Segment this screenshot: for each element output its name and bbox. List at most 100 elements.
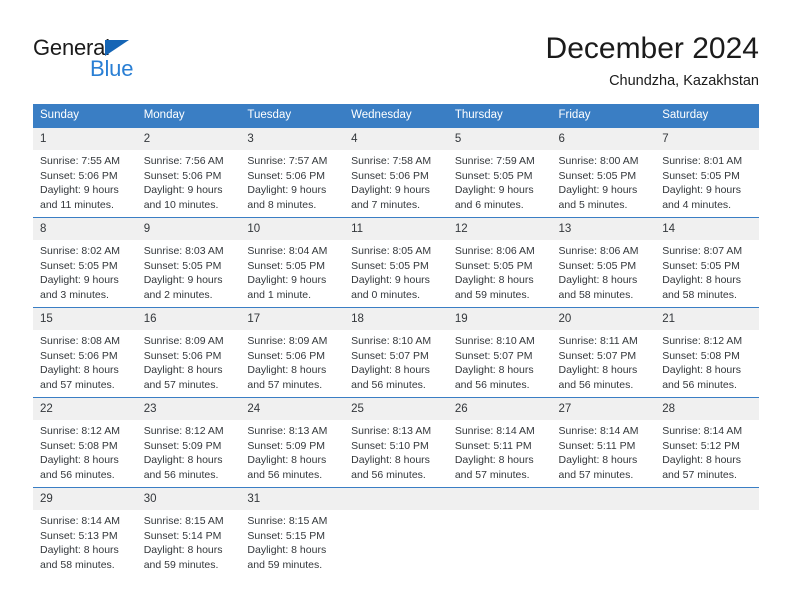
calendar-day-cell[interactable]: 30 Sunrise: 8:15 AM Sunset: 5:14 PM Dayligh… [136, 487, 241, 577]
calendar-day-cell[interactable] [447, 487, 552, 577]
calendar-day-cell[interactable]: 7 Sunrise: 8:01 AM Sunset: 5:05 PM Daylight… [655, 127, 759, 218]
day-number: 27 [551, 398, 656, 420]
logo-text-blue: Blue [90, 56, 134, 81]
general-blue-logo[interactable]: General Blue [33, 36, 233, 86]
calendar-day-cell[interactable]: 13 Sunrise: 8:06 AM Sunset: 5:05 PM Dayligh… [551, 217, 656, 308]
daylight-text: Daylight: 8 hours and 59 minutes. [454, 274, 534, 301]
calendar-day-cell[interactable]: 20 Sunrise: 8:11 AM Sunset: 5:07 PM Dayligh… [551, 307, 656, 398]
day-details [448, 510, 552, 514]
day-details: Sunrise: 8:10 AM Sunset: 5:07 PM Daylight:… [344, 330, 448, 392]
daylight-text: Daylight: 8 hours and 58 minutes. [558, 274, 638, 301]
daylight-text: Daylight: 8 hours and 57 minutes. [662, 454, 742, 481]
day-number: 4 [344, 128, 448, 150]
day-details: Sunrise: 8:12 AM Sunset: 5:09 PM Daylight:… [137, 420, 241, 482]
calendar-day-cell[interactable]: 22 Sunrise: 8:12 AM Sunset: 5:08 PM Dayligh… [33, 397, 137, 488]
day-number: 3 [240, 128, 345, 150]
sunset-text: Sunset: 5:05 PM [662, 259, 740, 272]
sunset-text: Sunset: 5:05 PM [247, 259, 326, 272]
sunset-text: Sunset: 5:05 PM [454, 169, 533, 182]
sunset-text: Sunset: 5:05 PM [454, 259, 533, 272]
sunrise-text: Sunrise: 7:59 AM [454, 155, 535, 167]
day-details: Sunrise: 8:12 AM Sunset: 5:08 PM Daylight:… [655, 330, 759, 392]
calendar-day-cell[interactable]: 9 Sunrise: 8:03 AM Sunset: 5:05 PM Daylight… [136, 217, 241, 308]
daylight-text: Daylight: 9 hours and 1 minute. [247, 274, 327, 301]
sunset-text: Sunset: 5:10 PM [351, 439, 429, 452]
calendar-day-cell[interactable]: 10 Sunrise: 8:04 AM Sunset: 5:05 PM Dayligh… [240, 217, 345, 308]
sunset-text: Sunset: 5:11 PM [454, 439, 532, 452]
calendar-day-cell[interactable]: 17 Sunrise: 8:09 AM Sunset: 5:06 PM Dayligh… [240, 307, 345, 398]
calendar-day-cell[interactable]: 2 Sunrise: 7:56 AM Sunset: 5:06 PM Daylight… [136, 127, 241, 218]
day-number: 20 [551, 308, 656, 330]
calendar-day-cell[interactable]: 24 Sunrise: 8:13 AM Sunset: 5:09 PM Dayligh… [240, 397, 345, 488]
day-number: 12 [447, 218, 552, 240]
daylight-text: Daylight: 9 hours and 0 minutes. [351, 274, 430, 301]
sunset-text: Sunset: 5:09 PM [247, 439, 326, 452]
daylight-text: Daylight: 8 hours and 56 minutes. [351, 364, 430, 391]
calendar-day-cell[interactable]: 27 Sunrise: 8:14 AM Sunset: 5:11 PM Dayligh… [551, 397, 656, 488]
calendar-day-cell[interactable]: 14 Sunrise: 8:07 AM Sunset: 5:05 PM Dayligh… [655, 217, 759, 308]
daylight-text: Daylight: 8 hours and 56 minutes. [662, 364, 742, 391]
weekday-header-sunday: Sunday [33, 104, 137, 128]
calendar-day-cell[interactable]: 15 Sunrise: 8:08 AM Sunset: 5:06 PM Dayligh… [33, 307, 137, 398]
sunrise-text: Sunrise: 8:07 AM [662, 245, 743, 257]
calendar-day-cell[interactable]: 5 Sunrise: 7:59 AM Sunset: 5:05 PM Daylight… [447, 127, 552, 218]
day-details: Sunrise: 7:56 AM Sunset: 5:06 PM Daylight:… [137, 150, 241, 212]
sunrise-text: Sunrise: 8:06 AM [558, 245, 639, 257]
calendar-day-cell[interactable]: 25 Sunrise: 8:13 AM Sunset: 5:10 PM Dayligh… [344, 397, 448, 488]
calendar-day-cell[interactable] [344, 487, 448, 577]
day-number: 13 [551, 218, 656, 240]
daylight-text: Daylight: 9 hours and 10 minutes. [143, 184, 223, 211]
sunrise-text: Sunrise: 8:01 AM [662, 155, 743, 167]
sunset-text: Sunset: 5:06 PM [247, 349, 326, 362]
calendar-day-cell[interactable]: 19 Sunrise: 8:10 AM Sunset: 5:07 PM Dayligh… [447, 307, 552, 398]
sunrise-text: Sunrise: 8:02 AM [40, 245, 120, 257]
calendar-day-cell[interactable]: 21 Sunrise: 8:12 AM Sunset: 5:08 PM Dayligh… [655, 307, 759, 398]
calendar-day-cell[interactable]: 29 Sunrise: 8:14 AM Sunset: 5:13 PM Dayligh… [33, 487, 137, 577]
day-details: Sunrise: 7:57 AM Sunset: 5:06 PM Daylight:… [240, 150, 344, 212]
day-number [344, 488, 448, 510]
calendar-day-cell[interactable]: 12 Sunrise: 8:06 AM Sunset: 5:05 PM Dayligh… [447, 217, 552, 308]
calendar-day-cell[interactable] [551, 487, 656, 577]
calendar-day-cell[interactable]: 23 Sunrise: 8:12 AM Sunset: 5:09 PM Dayligh… [136, 397, 241, 488]
sunset-text: Sunset: 5:07 PM [558, 349, 637, 362]
sunset-text: Sunset: 5:06 PM [143, 349, 222, 362]
day-details: Sunrise: 8:02 AM Sunset: 5:05 PM Daylight:… [33, 240, 137, 302]
weekday-header-row: Sunday Monday Tuesday Wednesday Thursday… [33, 104, 759, 128]
daylight-text: Daylight: 9 hours and 11 minutes. [40, 184, 119, 211]
day-details: Sunrise: 8:06 AM Sunset: 5:05 PM Daylight:… [552, 240, 656, 302]
daylight-text: Daylight: 9 hours and 7 minutes. [351, 184, 430, 211]
calendar-day-cell[interactable]: 28 Sunrise: 8:14 AM Sunset: 5:12 PM Dayligh… [655, 397, 759, 488]
day-number: 9 [136, 218, 241, 240]
calendar-day-cell[interactable]: 4 Sunrise: 7:58 AM Sunset: 5:06 PM Daylight… [344, 127, 448, 218]
calendar-day-cell[interactable]: 3 Sunrise: 7:57 AM Sunset: 5:06 PM Daylight… [240, 127, 345, 218]
sunset-text: Sunset: 5:08 PM [662, 349, 740, 362]
day-number: 6 [551, 128, 656, 150]
day-details: Sunrise: 8:14 AM Sunset: 5:11 PM Daylight:… [448, 420, 552, 482]
day-number: 18 [344, 308, 448, 330]
sunrise-text: Sunrise: 8:10 AM [454, 335, 535, 347]
day-number: 30 [136, 488, 241, 510]
sunset-text: Sunset: 5:06 PM [247, 169, 326, 182]
sunset-text: Sunset: 5:11 PM [558, 439, 636, 452]
calendar-day-cell[interactable]: 6 Sunrise: 8:00 AM Sunset: 5:05 PM Daylight… [551, 127, 656, 218]
calendar-day-cell[interactable]: 18 Sunrise: 8:10 AM Sunset: 5:07 PM Dayligh… [344, 307, 448, 398]
sunrise-text: Sunrise: 8:11 AM [558, 335, 638, 347]
sunrise-text: Sunrise: 8:08 AM [40, 335, 120, 347]
day-details: Sunrise: 8:01 AM Sunset: 5:05 PM Daylight:… [655, 150, 759, 212]
calendar-day-cell[interactable]: 11 Sunrise: 8:05 AM Sunset: 5:05 PM Dayligh… [344, 217, 448, 308]
logo-triangle-icon [105, 40, 129, 56]
calendar-day-cell[interactable]: 16 Sunrise: 8:09 AM Sunset: 5:06 PM Dayligh… [136, 307, 241, 398]
calendar-day-cell[interactable]: 31 Sunrise: 8:15 AM Sunset: 5:15 PM Dayligh… [240, 487, 345, 577]
day-details: Sunrise: 8:13 AM Sunset: 5:10 PM Daylight:… [344, 420, 448, 482]
calendar-page: General Blue December 2024 Chundzha, Kaz… [0, 0, 792, 612]
calendar-day-cell[interactable]: 26 Sunrise: 8:14 AM Sunset: 5:11 PM Dayligh… [447, 397, 552, 488]
calendar-day-cell[interactable] [655, 487, 759, 577]
calendar-day-cell[interactable]: 1 Sunrise: 7:55 AM Sunset: 5:06 PM Daylight… [33, 127, 137, 218]
day-details [552, 510, 656, 514]
daylight-text: Daylight: 9 hours and 3 minutes. [40, 274, 119, 301]
calendar-day-cell[interactable]: 8 Sunrise: 8:02 AM Sunset: 5:05 PM Daylight… [33, 217, 137, 308]
sunrise-text: Sunrise: 8:15 AM [247, 515, 328, 527]
day-details: Sunrise: 7:55 AM Sunset: 5:06 PM Daylight:… [33, 150, 137, 212]
day-number: 16 [136, 308, 241, 330]
sunset-text: Sunset: 5:07 PM [454, 349, 533, 362]
